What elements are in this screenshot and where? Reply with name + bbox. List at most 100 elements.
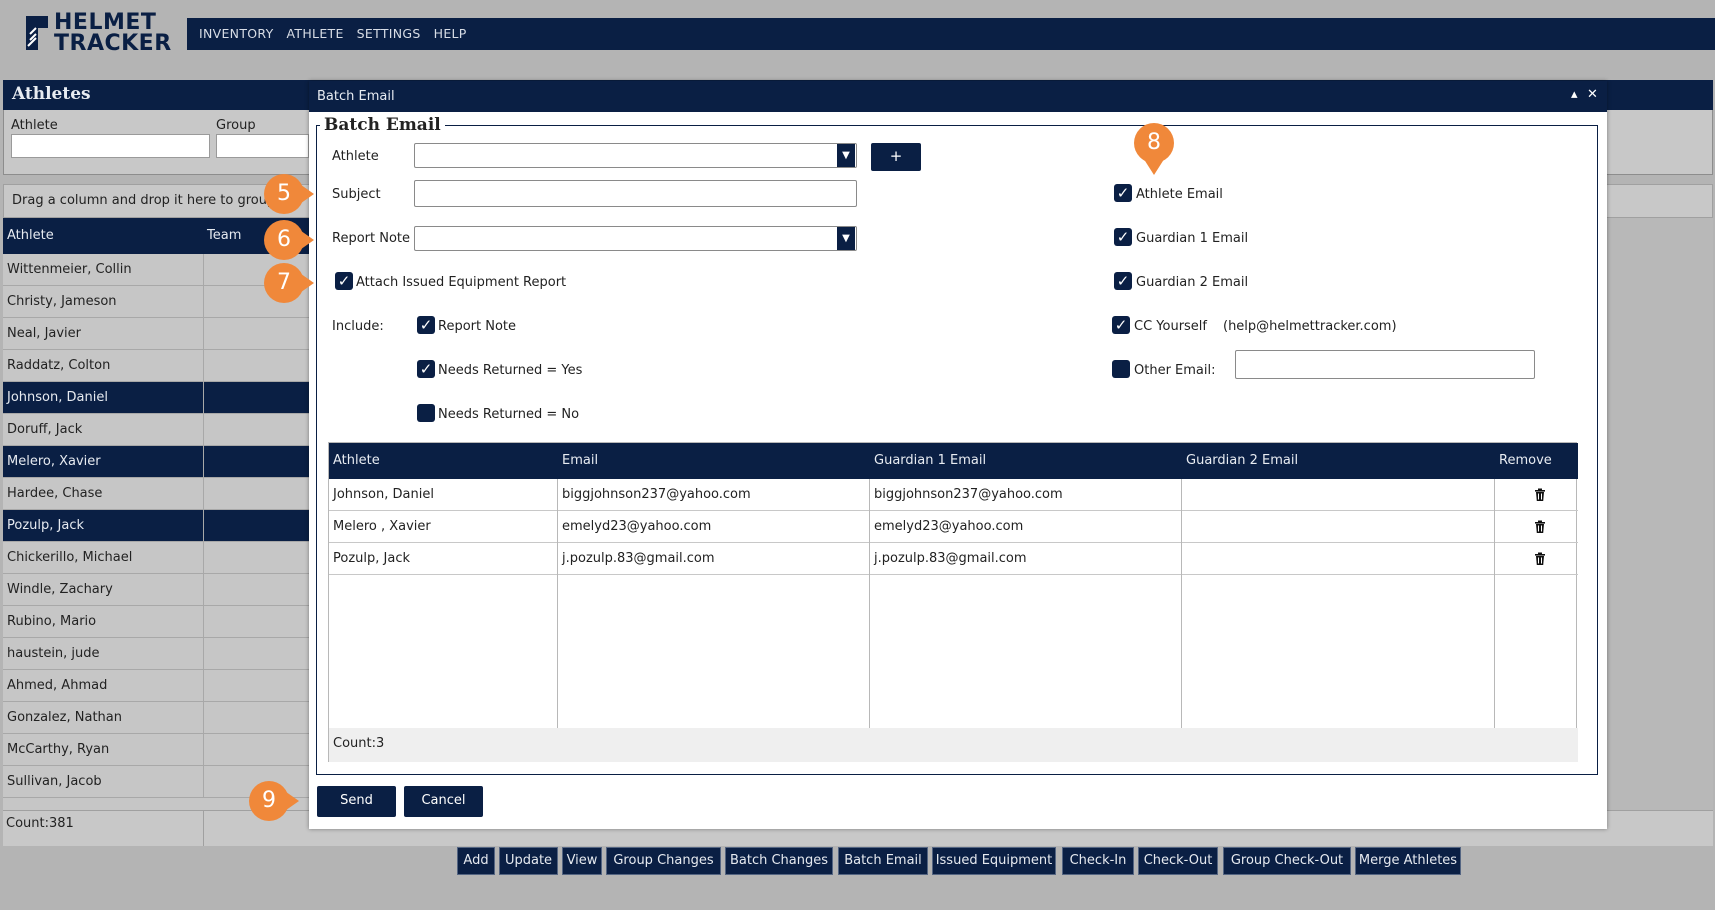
other-email-checkbox[interactable] — [1112, 360, 1130, 378]
trash-icon[interactable] — [1533, 488, 1547, 502]
athlete-row[interactable]: Melero, Xavier — [3, 446, 309, 478]
callout-number: 7 — [277, 270, 291, 295]
collapse-icon[interactable]: ▴ — [1571, 87, 1578, 102]
col-athlete-header[interactable]: Athlete — [7, 228, 54, 243]
step-callout-8: 8 — [1134, 123, 1178, 175]
callout-number: 9 — [262, 788, 276, 813]
toolbar-batch-changes-button[interactable]: Batch Changes — [725, 847, 833, 875]
trash-icon[interactable] — [1533, 520, 1547, 534]
recipient-athlete-cell: Melero , Xavier — [333, 519, 431, 534]
toolbar-update-button[interactable]: Update — [499, 847, 558, 875]
athlete-row[interactable]: Ahmed, Ahmad — [3, 670, 309, 702]
athletes-panel-title: Athletes — [12, 84, 91, 104]
athlete-email-checkbox[interactable]: ✓ — [1114, 184, 1132, 202]
dialog-title: Batch Email — [317, 89, 395, 104]
col-divider — [1181, 479, 1182, 762]
recipients-table-footer: Count:3 — [329, 728, 1578, 762]
athlete-name-cell: haustein, jude — [7, 646, 100, 661]
toolbar-check-out-button[interactable]: Check-Out — [1138, 847, 1218, 875]
toolbar-group-changes-button[interactable]: Group Changes — [606, 847, 721, 875]
th-guardian1-email[interactable]: Guardian 1 Email — [874, 453, 986, 468]
chevron-down-icon[interactable]: ▼ — [837, 227, 855, 250]
athlete-select[interactable]: ▼ — [414, 143, 857, 168]
toolbar-view-button[interactable]: View — [562, 847, 602, 875]
recipients-count: Count:3 — [333, 736, 385, 751]
close-icon[interactable]: ✕ — [1587, 87, 1598, 102]
toolbar-merge-athletes-button[interactable]: Merge Athletes — [1355, 847, 1461, 875]
athlete-row[interactable]: Doruff, Jack — [3, 414, 309, 446]
toolbar-check-in-button[interactable]: Check-In — [1062, 847, 1134, 875]
athletes-grid-body: Wittenmeier, Collin Christy, Jameson Neal,… — [3, 254, 309, 846]
athlete-row[interactable]: Chickerillo, Michael — [3, 542, 309, 574]
step-callout-5: 5 — [264, 174, 314, 214]
toolbar-add-button[interactable]: Add — [457, 847, 495, 875]
needs-returned-yes-checkbox[interactable]: ✓ — [417, 360, 435, 378]
filter-athlete-input[interactable] — [11, 134, 210, 158]
report-note-label: Report Note — [332, 231, 410, 246]
athlete-row[interactable]: haustein, jude — [3, 638, 309, 670]
athlete-row[interactable]: Johnson, Daniel — [3, 382, 309, 414]
step-callout-7: 7 — [264, 263, 314, 303]
other-email-input[interactable] — [1235, 350, 1535, 379]
trash-icon[interactable] — [1533, 552, 1547, 566]
athlete-row[interactable]: Raddatz, Colton — [3, 350, 309, 382]
cell-divider — [203, 318, 204, 350]
subject-input[interactable] — [414, 180, 857, 207]
athlete-label: Athlete — [332, 149, 379, 164]
callout-number: 5 — [277, 181, 291, 206]
attach-report-checkbox[interactable]: ✓ — [335, 272, 353, 290]
athlete-row[interactable]: Hardee, Chase — [3, 478, 309, 510]
guardian2-email-label: Guardian 2 Email — [1136, 275, 1249, 290]
logo-line-1: HELMET — [54, 10, 157, 35]
footer-divider — [203, 810, 204, 846]
guardian1-email-checkbox[interactable]: ✓ — [1114, 228, 1132, 246]
recipient-email-cell: emelyd23@yahoo.com — [562, 519, 712, 534]
toolbar-group-check-out-button[interactable]: Group Check-Out — [1223, 847, 1351, 875]
th-athlete[interactable]: Athlete — [333, 453, 380, 468]
fieldset-legend: Batch Email — [320, 115, 445, 135]
athlete-row[interactable]: Pozulp, Jack — [3, 510, 309, 542]
cell-divider — [203, 766, 204, 798]
filter-group-input[interactable] — [216, 134, 309, 158]
recipient-guardian1-cell: j.pozulp.83@gmail.com — [874, 551, 1027, 566]
athlete-name-cell: McCarthy, Ryan — [7, 742, 110, 757]
nav-settings[interactable]: SETTINGS — [357, 18, 421, 50]
step-callout-9: 9 — [249, 781, 299, 821]
report-note-select[interactable]: ▼ — [414, 226, 857, 251]
th-email[interactable]: Email — [562, 453, 598, 468]
nav-inventory[interactable]: INVENTORY — [199, 18, 274, 50]
cc-yourself-checkbox[interactable]: ✓ — [1112, 316, 1130, 334]
athlete-email-label: Athlete Email — [1136, 187, 1223, 202]
athlete-row[interactable]: Rubino, Mario — [3, 606, 309, 638]
athlete-name-cell: Rubino, Mario — [7, 614, 97, 629]
send-button[interactable]: Send — [317, 786, 396, 817]
include-report-note-checkbox[interactable]: ✓ — [417, 316, 435, 334]
recipients-table-header: Athlete Email Guardian 1 Email Guardian … — [329, 443, 1578, 479]
other-email-label: Other Email: — [1134, 363, 1216, 378]
athlete-name-cell: Pozulp, Jack — [7, 518, 84, 533]
athlete-row[interactable]: Windle, Zachary — [3, 574, 309, 606]
nav-athlete[interactable]: ATHLETE — [287, 18, 344, 50]
add-athlete-button[interactable]: + — [871, 143, 921, 171]
athlete-row[interactable]: Neal, Javier — [3, 318, 309, 350]
toolbar-issued-equipment-button[interactable]: Issued Equipment — [932, 847, 1056, 875]
col-team-header[interactable]: Team — [207, 228, 241, 243]
cell-divider — [203, 478, 204, 510]
helmet-logo-icon — [26, 16, 48, 50]
needs-returned-no-checkbox[interactable] — [417, 404, 435, 422]
dialog-titlebar[interactable]: Batch Email ▴ ✕ — [309, 81, 1607, 112]
athlete-name-cell: Hardee, Chase — [7, 486, 103, 501]
cell-divider — [203, 254, 204, 286]
recipient-guardian1-cell: biggjohnson237@yahoo.com — [874, 487, 1063, 502]
th-guardian2-email[interactable]: Guardian 2 Email — [1186, 453, 1298, 468]
th-remove[interactable]: Remove — [1499, 453, 1552, 468]
athlete-name-cell: Melero, Xavier — [7, 454, 101, 469]
chevron-down-icon[interactable]: ▼ — [837, 144, 855, 167]
guardian2-email-checkbox[interactable]: ✓ — [1114, 272, 1132, 290]
cancel-button[interactable]: Cancel — [404, 786, 483, 817]
nav-help[interactable]: HELP — [434, 18, 467, 50]
athlete-row[interactable]: Gonzalez, Nathan — [3, 702, 309, 734]
toolbar-batch-email-button[interactable]: Batch Email — [838, 847, 928, 875]
include-report-note-label: Report Note — [438, 319, 516, 334]
athlete-row[interactable]: McCarthy, Ryan — [3, 734, 309, 766]
